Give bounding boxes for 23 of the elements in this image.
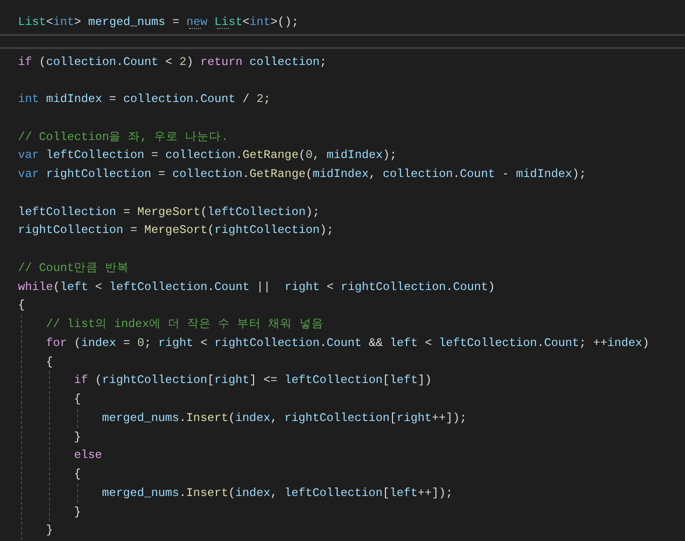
code-line: while(left < leftCollection.Count || right < rightCollection.Count) <box>18 278 496 296</box>
code-line: merged_nums.Insert(index, leftCollection[left++]); <box>102 484 453 502</box>
code-line: { <box>18 297 26 314</box>
code-line: leftCollection = MergeSort(leftCollection); <box>18 204 320 220</box>
code-line: if (rightCollection[right] <= leftCollection[left]) <box>74 372 432 390</box>
code-line: else <box>74 447 102 464</box>
code-line: var rightCollection = collection.GetRange(midIndex, collection.Count - midIndex); <box>18 166 586 183</box>
code-line: merged_nums.Insert(index, rightCollection[right++]); <box>102 410 467 427</box>
code-line: var leftCollection = collection.GetRange(0, midIndex); <box>18 147 397 164</box>
code-line: { <box>74 391 82 408</box>
code-line: List<int> merged_nums = new List<int>(); <box>18 14 299 31</box>
code-line: } <box>74 504 82 520</box>
code-line: { <box>74 466 82 483</box>
code-line: { <box>46 354 54 370</box>
code-line: // Count만큼 반복 <box>18 260 130 277</box>
code-line: for (index = 0; right < rightCollection.Count && left < leftCollection.Count; ++index) <box>46 334 650 352</box>
code-line: // list의 index에 더 작은 수 부터 채워 넣음 <box>46 316 324 333</box>
code-line: rightCollection = MergeSort(rightCollection); <box>18 222 334 240</box>
code-line: int midIndex = collection.Count / 2; <box>18 91 271 108</box>
code-line: } <box>74 428 82 446</box>
code-line: if (collection.Count < 2) return collection; <box>18 54 327 70</box>
code-line: } <box>46 522 54 540</box>
code-line: // Collection을 좌, 우로 나눈다. <box>18 128 228 146</box>
